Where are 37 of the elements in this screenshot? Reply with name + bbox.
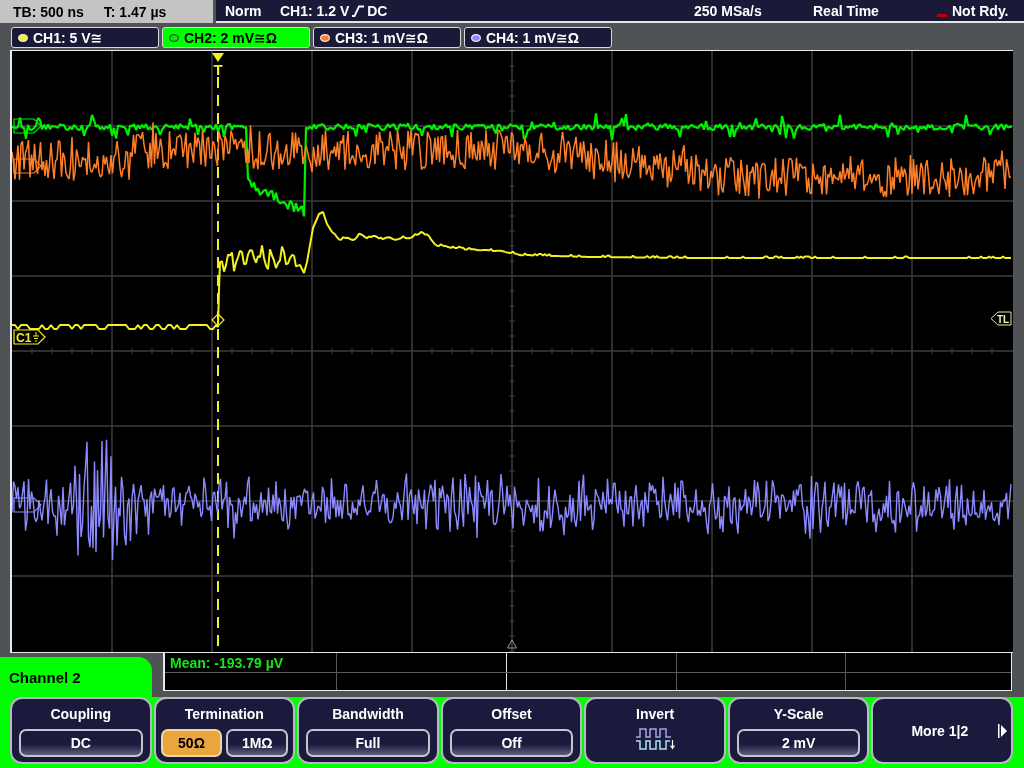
softkey-value: DC: [19, 729, 143, 757]
triangle-right-icon: [998, 723, 1007, 738]
softkey[interactable]: Termination 50Ω 1MΩ: [153, 697, 296, 764]
trigger-source: CH1: 1.2 V: [280, 2, 350, 19]
trigger-position-label: T: [213, 61, 223, 78]
trigger-point-icon: [211, 313, 225, 327]
center-marker-icon: [507, 639, 517, 649]
softkey[interactable]: Y-Scale 2 mV: [727, 697, 870, 764]
trigger-coupling: DC: [367, 2, 388, 19]
marker-label: TL: [997, 314, 1010, 325]
acquisition-mode: Real Time: [813, 2, 880, 19]
softkey-value: 2 mV: [736, 729, 861, 757]
channel-tab[interactable]: CH2: 2 mV≅Ω: [162, 27, 310, 48]
timebase-value: TB: 500 ns: [13, 3, 84, 20]
trigger-position-icon[interactable]: [212, 53, 224, 62]
softkey[interactable]: Coupling DC: [10, 697, 152, 764]
sample-rate: 250 MSa/s: [694, 2, 763, 19]
rising-edge-icon: [352, 4, 365, 17]
channel-tab[interactable]: CH4: 1 mV≅Ω: [464, 27, 612, 48]
softkey-value: Off: [449, 729, 574, 757]
softkey[interactable]: More 1|2: [871, 697, 1013, 764]
trigger-time-value: T: 1.47 µs: [103, 3, 167, 20]
channel-tab[interactable]: CH3: 1 mV≅Ω: [313, 27, 461, 48]
channel-tab[interactable]: CH1: 5 V≅: [11, 27, 159, 48]
trigger-mode: Norm: [225, 2, 263, 19]
status-mark-icon: [937, 14, 947, 17]
marker-label: C1: [16, 330, 32, 345]
softkey[interactable]: Offset Off: [440, 697, 583, 764]
softkey-value: Full: [306, 729, 430, 757]
option-button[interactable]: 1MΩ: [226, 729, 289, 757]
menu-title: Channel 2: [0, 657, 152, 697]
softkey[interactable]: Bandwidth Full: [297, 697, 439, 764]
option-button[interactable]: 50Ω: [160, 729, 223, 757]
softkey[interactable]: Invert: [584, 697, 726, 764]
acquisition-state: Not Rdy.: [952, 2, 1010, 19]
measurement-value: Mean: -193.79 µV: [169, 654, 284, 671]
square-wave-icon: [635, 727, 676, 751]
